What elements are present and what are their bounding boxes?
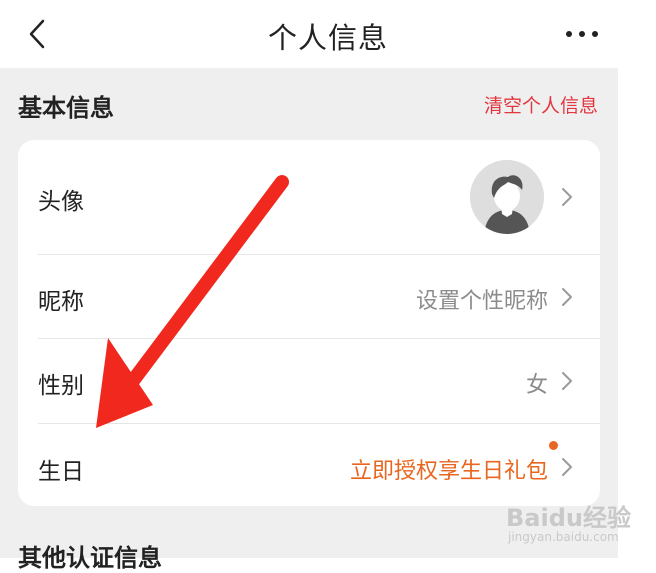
birthday-authorize-value: 立即授权享生日礼包: [349, 459, 548, 484]
watermark-logo: Baidu经验: [506, 504, 631, 532]
row-nickname[interactable]: 昵称 设置个性昵称: [18, 255, 600, 339]
row-label: 头像: [38, 189, 84, 215]
page-title: 个人信息: [267, 21, 388, 55]
page-edge: [618, 68, 656, 558]
clear-info-link[interactable]: 清空个人信息: [484, 91, 598, 118]
chevron-right-icon: [562, 288, 572, 306]
chevron-right-icon: [562, 188, 572, 206]
basic-info-card: 头像 昵称 设置个性昵称 性别 女 生日 立即授权享生日礼包: [18, 140, 600, 506]
gender-value: 女: [525, 373, 548, 398]
top-bar: 个人信息: [0, 0, 656, 68]
row-avatar[interactable]: 头像: [18, 140, 600, 254]
section-title-other: 其他认证信息: [18, 544, 162, 572]
chevron-right-icon: [562, 458, 572, 476]
row-label: 生日: [38, 459, 84, 485]
row-label: 昵称: [38, 289, 84, 315]
row-gender[interactable]: 性别 女: [18, 339, 600, 423]
notification-dot: [549, 441, 558, 450]
row-label: 性别: [38, 373, 84, 399]
chevron-right-icon: [562, 372, 572, 390]
watermark-url: jingyan.baidu.com: [508, 530, 619, 544]
avatar[interactable]: [470, 160, 544, 234]
avatar-icon: [470, 160, 544, 234]
more-dots-icon: [566, 31, 598, 37]
nickname-value: 设置个性昵称: [415, 289, 548, 314]
more-button[interactable]: [560, 22, 604, 46]
content-area: 基本信息 清空个人信息 头像 昵称 设置个性昵称 性别 女 生日 立即授权享生日…: [0, 68, 618, 572]
baidu-watermark: Baidu经验 jingyan.baidu.com: [498, 490, 648, 554]
section-title-basic: 基本信息: [18, 94, 114, 122]
